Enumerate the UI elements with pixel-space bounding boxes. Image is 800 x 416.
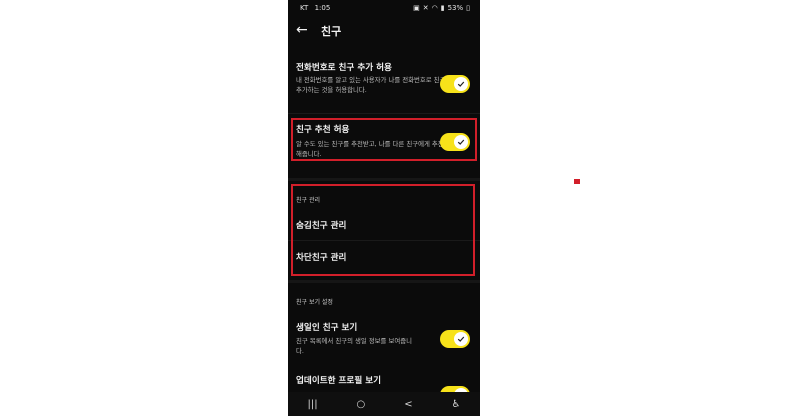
- section-divider: [288, 280, 480, 283]
- back-nav-icon[interactable]: <: [404, 399, 412, 410]
- check-icon: [457, 336, 465, 342]
- time-label: 1:05: [314, 4, 331, 12]
- toggle-knob: [454, 77, 468, 91]
- signal-icon: ▮: [440, 4, 445, 12]
- home-icon[interactable]: ○: [357, 399, 366, 410]
- page-title: 친구: [321, 25, 342, 38]
- divider: [288, 113, 480, 114]
- birthday-title: 생일인 친구 보기: [296, 323, 358, 333]
- section-divider: [288, 178, 480, 181]
- battery-label: 53%: [447, 4, 464, 12]
- battery-icon: ▯: [466, 4, 470, 12]
- status-right: ▣ ✕ ◠ ▮ 53% ▯: [413, 4, 470, 12]
- toggle-knob: [454, 332, 468, 346]
- birthday-desc: 친구 목록에서 친구의 생일 정보를 보여줍니다.: [296, 337, 412, 355]
- status-bar: KT 1:05 ▣ ✕ ◠ ▮ 53% ▯: [288, 0, 480, 16]
- red-marker: [574, 179, 580, 184]
- phone-add-desc: 내 전화번호를 알고 있는 사용자가 나를 전화번호로 친구 추가하는 것을 허…: [296, 76, 446, 94]
- updated-profile-title: 업데이트한 프로필 보기: [296, 376, 382, 386]
- birthday-toggle[interactable]: [440, 330, 470, 348]
- phone-add-toggle[interactable]: [440, 75, 470, 93]
- carrier-label: KT: [300, 4, 309, 12]
- highlight-box-manage: [291, 184, 475, 276]
- phone-screen: KT 1:05 ▣ ✕ ◠ ▮ 53% ▯ ← 친구 전화번호로 친구 추가 허…: [288, 0, 480, 416]
- recent-apps-icon[interactable]: |||: [307, 399, 317, 410]
- arrow-left-icon[interactable]: ←: [296, 22, 308, 38]
- bottom-nav-bar: ||| ○ < ♿: [288, 392, 480, 416]
- accessibility-icon[interactable]: ♿: [452, 399, 461, 410]
- check-icon: [457, 81, 465, 87]
- wifi-icon: ◠: [431, 4, 438, 12]
- view-section-label: 친구 보기 설정: [296, 299, 333, 306]
- highlight-box-recommend: [291, 118, 477, 161]
- mute-icon: ✕: [422, 4, 429, 12]
- phone-add-title: 전화번호로 친구 추가 허용: [296, 63, 392, 73]
- app-bar: ← 친구: [288, 18, 480, 46]
- status-left: KT 1:05: [300, 4, 330, 12]
- notification-icon: ▣: [413, 4, 420, 12]
